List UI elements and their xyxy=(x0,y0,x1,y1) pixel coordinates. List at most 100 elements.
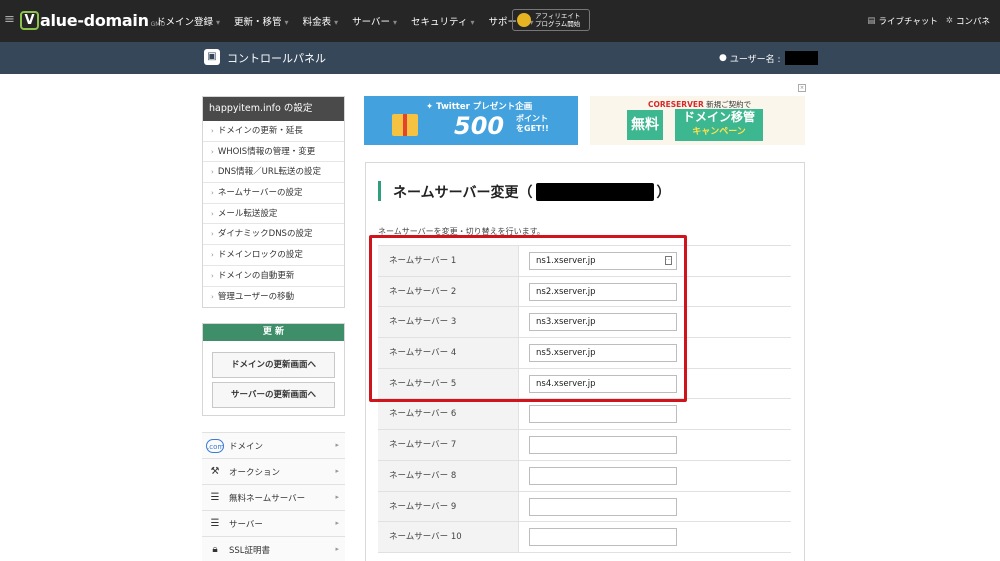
table-row: ネームサーバー 8 xyxy=(378,460,791,492)
nav-item-server[interactable]: サーバー ▾ xyxy=(352,14,397,28)
nav-item-pricing[interactable]: 料金表 ▾ xyxy=(303,14,339,28)
chevron-down-icon: ▾ xyxy=(393,18,398,27)
chevron-right-icon: › xyxy=(211,168,214,177)
menu-item-mail-forward[interactable]: › メール転送設定 xyxy=(203,204,344,225)
chevron-down-icon: ▾ xyxy=(470,18,475,27)
nav-right: ▤ ライブチャット ✲ コンパネ xyxy=(867,0,990,42)
user-info: ● ユーザー名 : xyxy=(719,51,818,65)
menu-item-move-user[interactable]: › 管理ユーザーの移動 xyxy=(203,287,344,308)
live-chat-link[interactable]: ライブチャット xyxy=(878,15,937,27)
nameserver-label: ネームサーバー 9 xyxy=(378,491,519,522)
chevron-right-icon: › xyxy=(211,251,214,260)
chevron-right-icon: ▸ xyxy=(335,519,339,527)
user-icon: ● xyxy=(719,53,727,63)
chevron-right-icon: › xyxy=(211,209,214,218)
nameserver-input-7[interactable] xyxy=(529,436,677,455)
table-row: ネームサーバー 7 xyxy=(378,430,791,461)
table-row: ネームサーバー 9 xyxy=(378,491,791,523)
menu-item-auto-renew[interactable]: › ドメインの自動更新 xyxy=(203,266,344,287)
affiliate-line2: プログラム開始 xyxy=(535,20,581,28)
nameserver-label: ネームサーバー 8 xyxy=(378,460,519,491)
site-logo[interactable]: V alue-domain GMO xyxy=(20,9,165,31)
control-panel-icon: ▣ xyxy=(204,49,220,65)
coreserver-banner[interactable]: CORESERVER 新規ご契約で 無料 ドメイン移管 キャンペーン xyxy=(590,96,805,145)
nav-item-security[interactable]: セキュリティ ▾ xyxy=(411,14,474,28)
nameserver-input-10[interactable] xyxy=(529,528,677,547)
domain-transfer-badge: ドメイン移管 キャンペーン xyxy=(675,109,763,141)
coin-icon xyxy=(517,13,531,27)
nameserver-label: ネームサーバー 10 xyxy=(378,522,519,552)
chevron-right-icon: › xyxy=(211,127,214,135)
server-renew-button[interactable]: サーバーの更新画面へ xyxy=(212,382,335,408)
renew-box: 更 新 ドメインの更新画面へ サーバーの更新画面へ xyxy=(202,323,345,416)
logo-text: alue-domain xyxy=(40,10,149,30)
gear-icon: ✲ xyxy=(945,16,953,26)
nameserver-input-6[interactable] xyxy=(529,405,677,424)
ad-info-icon[interactable]: × xyxy=(798,84,806,92)
menu-item-renew[interactable]: › ドメインの更新・延長 xyxy=(203,121,344,142)
chevron-right-icon: › xyxy=(211,292,214,301)
nav-item-renew-transfer[interactable]: 更新・移管 ▾ xyxy=(234,14,289,28)
affiliate-button[interactable]: アフィリエイト プログラム開始 xyxy=(512,9,590,31)
redacted-domain xyxy=(536,183,655,201)
chevron-down-icon: ▾ xyxy=(216,18,221,27)
menu-item-dns[interactable]: › DNS情報／URL転送の設定 xyxy=(203,162,344,184)
gavel-icon: ⚒ xyxy=(210,465,220,477)
nameserver-input-8[interactable] xyxy=(529,466,677,485)
category-item-server[interactable]: ☰ サーバー ▸ xyxy=(202,511,345,537)
category-item-ssl[interactable]: 🔒︎ SSL証明書 ▸ xyxy=(202,537,345,561)
user-label: ユーザー名 : xyxy=(729,54,781,65)
menu-item-whois[interactable]: › WHOIS情報の管理・変更 xyxy=(203,142,344,163)
gift-icon xyxy=(392,114,418,136)
top-navigation: ≡ V alue-domain GMO ドメイン登録 ▾ 更新・移管 ▾ 料金表 ▾ … xyxy=(0,0,1000,42)
domain-renew-button[interactable]: ドメインの更新画面へ xyxy=(212,352,335,378)
control-panel-title: コントロールパネル xyxy=(227,52,326,65)
category-menu: .com ドメイン ▸ ⚒ オークション ▸ ☰ 無料ネームサーバー ▸ ☰ サーバー… xyxy=(202,432,345,561)
domain-settings-menu: happyitem.info の設定 › ドメインの更新・延長 › WHOIS情報の… xyxy=(202,96,345,309)
menu-item-nameserver[interactable]: › ネームサーバーの設定 xyxy=(203,183,344,204)
chevron-down-icon: ▾ xyxy=(284,18,289,27)
nameserver-input-9[interactable] xyxy=(529,497,677,516)
server-icon: ☰ xyxy=(210,491,220,503)
redacted-username xyxy=(784,51,818,65)
chevron-right-icon: ▸ xyxy=(335,467,339,475)
domain-settings-title: happyitem.info の設定 xyxy=(203,97,344,121)
twitter-banner-headline: ✦ Twitter プレゼント企画 xyxy=(426,102,533,112)
affiliate-line1: アフィリエイト xyxy=(535,12,581,20)
server-icon: ☰ xyxy=(210,517,220,529)
twitter-campaign-banner[interactable]: ✦ Twitter プレゼント企画 500 ポイント をGET!! xyxy=(364,96,578,145)
chat-icon: ▤ xyxy=(867,16,876,26)
category-item-auction[interactable]: ⚒ オークション ▸ xyxy=(202,459,345,485)
control-panel-header xyxy=(0,42,1000,74)
free-badge: 無料 xyxy=(627,110,663,140)
menu-item-domain-lock[interactable]: › ドメインロックの設定 xyxy=(203,245,344,266)
hamburger-icon[interactable]: ≡ xyxy=(4,12,15,27)
heading-accent xyxy=(378,181,381,201)
chevron-right-icon: › xyxy=(211,147,214,156)
points-unit: ポイント をGET!! xyxy=(516,114,549,133)
chevron-right-icon: ▸ xyxy=(335,493,339,501)
category-item-free-nameserver[interactable]: ☰ 無料ネームサーバー ▸ xyxy=(202,485,345,511)
nav-item-domain-register[interactable]: ドメイン登録 ▾ xyxy=(156,14,220,28)
chevron-right-icon: › xyxy=(211,271,214,280)
menu-item-dynamic-dns[interactable]: › ダイナミックDNSの設定 xyxy=(203,224,344,246)
category-item-domain[interactable]: .com ドメイン ▸ xyxy=(202,433,345,459)
nameserver-label: ネームサーバー 6 xyxy=(378,399,519,430)
renew-title: 更 新 xyxy=(203,324,344,341)
main-menu: ドメイン登録 ▾ 更新・移管 ▾ 料金表 ▾ サーバー ▾ セキュリティ ▾ サポート ▾ xyxy=(156,0,548,42)
logo-mark: V xyxy=(20,10,39,30)
chevron-right-icon: ▸ xyxy=(335,545,339,553)
table-row: ネームサーバー 10 xyxy=(378,522,791,553)
chevron-right-icon: ▸ xyxy=(335,441,339,449)
chevron-right-icon: › xyxy=(211,189,214,198)
nameserver-label: ネームサーバー 7 xyxy=(378,430,519,460)
twitter-bird-icon: ✦ xyxy=(426,102,437,112)
dotcom-icon: .com xyxy=(206,438,224,453)
chevron-right-icon: › xyxy=(211,230,214,239)
points-amount: 500 xyxy=(454,112,505,140)
control-panel-link[interactable]: コンパネ xyxy=(956,15,990,27)
page-title: ネームサーバー変更（ ） xyxy=(393,183,671,201)
highlight-annotation xyxy=(369,235,687,402)
table-row: ネームサーバー 6 xyxy=(378,399,791,431)
chevron-down-icon: ▾ xyxy=(334,18,339,27)
